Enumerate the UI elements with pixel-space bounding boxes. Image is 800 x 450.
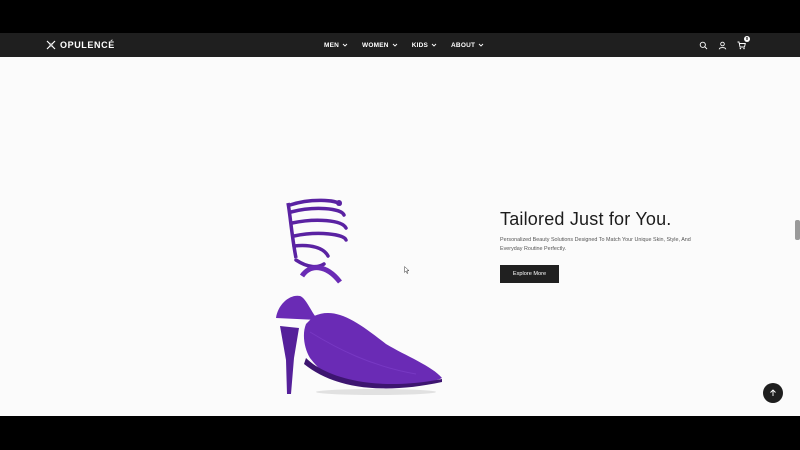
- nav-item-about[interactable]: ABOUT: [451, 42, 484, 49]
- hero-product-image: [276, 198, 442, 395]
- hero-content: Tailored Just for You. Personalized Beau…: [500, 209, 740, 283]
- cart-button[interactable]: 0: [737, 35, 750, 50]
- nav-actions: 0: [699, 33, 750, 57]
- nav-item-men[interactable]: MEN: [324, 42, 348, 49]
- navbar: OPULENCÉ MEN WOMEN KIDS ABOUT 0: [0, 33, 800, 57]
- main-nav: MEN WOMEN KIDS ABOUT: [324, 33, 484, 57]
- page-viewport: OPULENCÉ MEN WOMEN KIDS ABOUT 0 Tailored…: [0, 33, 800, 416]
- hero-subtitle: Personalized Beauty Solutions Designed T…: [500, 237, 691, 252]
- search-button[interactable]: [699, 41, 708, 50]
- nav-item-label: MEN: [324, 41, 340, 49]
- search-icon: [699, 41, 708, 49]
- nav-item-label: WOMEN: [362, 41, 389, 49]
- user-icon: [718, 41, 727, 49]
- chevron-down-icon: [342, 43, 348, 47]
- brand-name: OPULENCÉ: [60, 40, 115, 50]
- arrow-up-icon: [770, 389, 776, 396]
- mouse-cursor-icon: [404, 266, 410, 274]
- nav-item-label: KIDS: [411, 41, 429, 49]
- nav-item-women[interactable]: WOMEN: [362, 42, 398, 49]
- nav-item-kids[interactable]: KIDS: [412, 42, 437, 49]
- chevron-down-icon: [431, 43, 437, 47]
- chevron-down-icon: [478, 43, 484, 47]
- hero-title: Tailored Just for You.: [500, 209, 672, 229]
- page-scrollbar[interactable]: [795, 220, 800, 240]
- explore-more-button[interactable]: Explore More: [500, 265, 559, 283]
- brand-logo[interactable]: OPULENCÉ: [46, 33, 115, 57]
- account-button[interactable]: [718, 41, 727, 50]
- sparkle-cross-icon: [46, 40, 56, 50]
- cart-icon: [737, 41, 746, 49]
- chevron-down-icon: [392, 43, 398, 47]
- cart-count-badge: 0: [744, 35, 750, 42]
- nav-item-label: ABOUT: [451, 41, 476, 49]
- scroll-to-top-button[interactable]: [763, 383, 783, 403]
